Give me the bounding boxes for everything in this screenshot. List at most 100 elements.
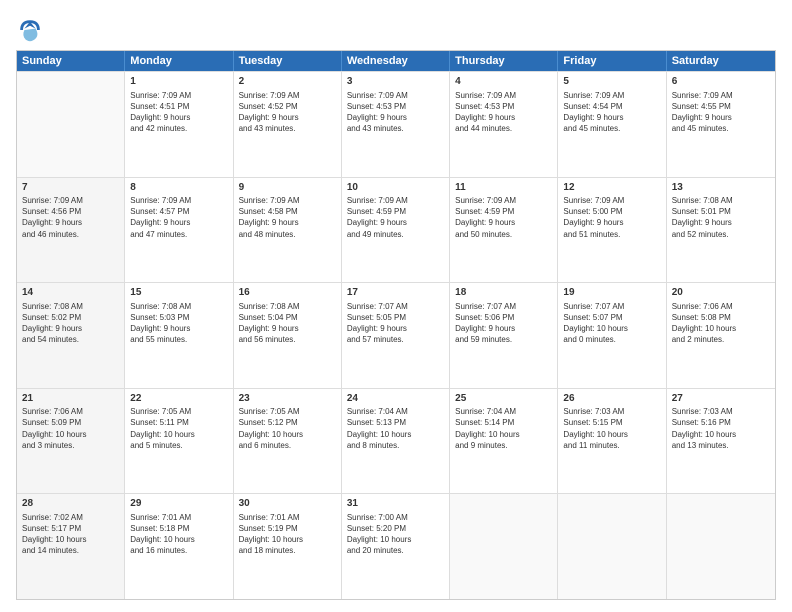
day-info: Sunrise: 7:03 AM Sunset: 5:16 PM Dayligh… xyxy=(672,406,770,451)
calendar-day-3: 3Sunrise: 7:09 AM Sunset: 4:53 PM Daylig… xyxy=(342,72,450,177)
day-info: Sunrise: 7:09 AM Sunset: 4:56 PM Dayligh… xyxy=(22,195,119,240)
day-number: 3 xyxy=(347,75,444,89)
day-info: Sunrise: 7:09 AM Sunset: 4:58 PM Dayligh… xyxy=(239,195,336,240)
calendar-day-17: 17Sunrise: 7:07 AM Sunset: 5:05 PM Dayli… xyxy=(342,283,450,388)
calendar-day-21: 21Sunrise: 7:06 AM Sunset: 5:09 PM Dayli… xyxy=(17,389,125,494)
page: SundayMondayTuesdayWednesdayThursdayFrid… xyxy=(0,0,792,612)
day-info: Sunrise: 7:09 AM Sunset: 4:53 PM Dayligh… xyxy=(347,90,444,135)
day-info: Sunrise: 7:05 AM Sunset: 5:11 PM Dayligh… xyxy=(130,406,227,451)
calendar-day-14: 14Sunrise: 7:08 AM Sunset: 5:02 PM Dayli… xyxy=(17,283,125,388)
calendar-day-30: 30Sunrise: 7:01 AM Sunset: 5:19 PM Dayli… xyxy=(234,494,342,599)
calendar-day-7: 7Sunrise: 7:09 AM Sunset: 4:56 PM Daylig… xyxy=(17,178,125,283)
day-number: 9 xyxy=(239,181,336,195)
calendar-day-9: 9Sunrise: 7:09 AM Sunset: 4:58 PM Daylig… xyxy=(234,178,342,283)
day-info: Sunrise: 7:03 AM Sunset: 5:15 PM Dayligh… xyxy=(563,406,660,451)
day-info: Sunrise: 7:08 AM Sunset: 5:01 PM Dayligh… xyxy=(672,195,770,240)
calendar-week-1: 1Sunrise: 7:09 AM Sunset: 4:51 PM Daylig… xyxy=(17,71,775,177)
day-info: Sunrise: 7:04 AM Sunset: 5:14 PM Dayligh… xyxy=(455,406,552,451)
calendar-day-6: 6Sunrise: 7:09 AM Sunset: 4:55 PM Daylig… xyxy=(667,72,775,177)
calendar-header-saturday: Saturday xyxy=(667,51,775,71)
calendar-day-empty xyxy=(450,494,558,599)
calendar-header: SundayMondayTuesdayWednesdayThursdayFrid… xyxy=(17,51,775,71)
calendar-day-1: 1Sunrise: 7:09 AM Sunset: 4:51 PM Daylig… xyxy=(125,72,233,177)
calendar-day-15: 15Sunrise: 7:08 AM Sunset: 5:03 PM Dayli… xyxy=(125,283,233,388)
day-number: 8 xyxy=(130,181,227,195)
logo xyxy=(16,16,48,44)
calendar-day-20: 20Sunrise: 7:06 AM Sunset: 5:08 PM Dayli… xyxy=(667,283,775,388)
day-info: Sunrise: 7:01 AM Sunset: 5:18 PM Dayligh… xyxy=(130,512,227,557)
logo-icon xyxy=(16,16,44,44)
day-number: 16 xyxy=(239,286,336,300)
calendar-day-23: 23Sunrise: 7:05 AM Sunset: 5:12 PM Dayli… xyxy=(234,389,342,494)
day-number: 29 xyxy=(130,497,227,511)
calendar-header-friday: Friday xyxy=(558,51,666,71)
day-info: Sunrise: 7:09 AM Sunset: 5:00 PM Dayligh… xyxy=(563,195,660,240)
day-number: 27 xyxy=(672,392,770,406)
calendar-day-11: 11Sunrise: 7:09 AM Sunset: 4:59 PM Dayli… xyxy=(450,178,558,283)
day-number: 11 xyxy=(455,181,552,195)
calendar-day-29: 29Sunrise: 7:01 AM Sunset: 5:18 PM Dayli… xyxy=(125,494,233,599)
calendar-header-wednesday: Wednesday xyxy=(342,51,450,71)
calendar: SundayMondayTuesdayWednesdayThursdayFrid… xyxy=(16,50,776,600)
day-info: Sunrise: 7:09 AM Sunset: 4:52 PM Dayligh… xyxy=(239,90,336,135)
day-number: 7 xyxy=(22,181,119,195)
day-info: Sunrise: 7:08 AM Sunset: 5:02 PM Dayligh… xyxy=(22,301,119,346)
calendar-week-2: 7Sunrise: 7:09 AM Sunset: 4:56 PM Daylig… xyxy=(17,177,775,283)
calendar-day-18: 18Sunrise: 7:07 AM Sunset: 5:06 PM Dayli… xyxy=(450,283,558,388)
day-info: Sunrise: 7:08 AM Sunset: 5:03 PM Dayligh… xyxy=(130,301,227,346)
day-number: 31 xyxy=(347,497,444,511)
day-info: Sunrise: 7:01 AM Sunset: 5:19 PM Dayligh… xyxy=(239,512,336,557)
calendar-day-empty xyxy=(17,72,125,177)
calendar-day-19: 19Sunrise: 7:07 AM Sunset: 5:07 PM Dayli… xyxy=(558,283,666,388)
day-info: Sunrise: 7:07 AM Sunset: 5:06 PM Dayligh… xyxy=(455,301,552,346)
day-number: 30 xyxy=(239,497,336,511)
day-number: 10 xyxy=(347,181,444,195)
day-number: 22 xyxy=(130,392,227,406)
calendar-day-28: 28Sunrise: 7:02 AM Sunset: 5:17 PM Dayli… xyxy=(17,494,125,599)
day-info: Sunrise: 7:09 AM Sunset: 4:55 PM Dayligh… xyxy=(672,90,770,135)
calendar-day-2: 2Sunrise: 7:09 AM Sunset: 4:52 PM Daylig… xyxy=(234,72,342,177)
calendar-day-22: 22Sunrise: 7:05 AM Sunset: 5:11 PM Dayli… xyxy=(125,389,233,494)
calendar-header-tuesday: Tuesday xyxy=(234,51,342,71)
calendar-day-empty xyxy=(667,494,775,599)
day-info: Sunrise: 7:07 AM Sunset: 5:07 PM Dayligh… xyxy=(563,301,660,346)
calendar-week-3: 14Sunrise: 7:08 AM Sunset: 5:02 PM Dayli… xyxy=(17,282,775,388)
day-info: Sunrise: 7:04 AM Sunset: 5:13 PM Dayligh… xyxy=(347,406,444,451)
header xyxy=(16,12,776,44)
day-number: 18 xyxy=(455,286,552,300)
calendar-day-4: 4Sunrise: 7:09 AM Sunset: 4:53 PM Daylig… xyxy=(450,72,558,177)
day-info: Sunrise: 7:09 AM Sunset: 4:53 PM Dayligh… xyxy=(455,90,552,135)
calendar-day-5: 5Sunrise: 7:09 AM Sunset: 4:54 PM Daylig… xyxy=(558,72,666,177)
day-number: 21 xyxy=(22,392,119,406)
calendar-day-31: 31Sunrise: 7:00 AM Sunset: 5:20 PM Dayli… xyxy=(342,494,450,599)
calendar-day-26: 26Sunrise: 7:03 AM Sunset: 5:15 PM Dayli… xyxy=(558,389,666,494)
calendar-header-thursday: Thursday xyxy=(450,51,558,71)
calendar-header-monday: Monday xyxy=(125,51,233,71)
day-number: 20 xyxy=(672,286,770,300)
calendar-body: 1Sunrise: 7:09 AM Sunset: 4:51 PM Daylig… xyxy=(17,71,775,599)
calendar-week-4: 21Sunrise: 7:06 AM Sunset: 5:09 PM Dayli… xyxy=(17,388,775,494)
day-info: Sunrise: 7:05 AM Sunset: 5:12 PM Dayligh… xyxy=(239,406,336,451)
calendar-day-10: 10Sunrise: 7:09 AM Sunset: 4:59 PM Dayli… xyxy=(342,178,450,283)
calendar-day-27: 27Sunrise: 7:03 AM Sunset: 5:16 PM Dayli… xyxy=(667,389,775,494)
day-number: 1 xyxy=(130,75,227,89)
day-number: 28 xyxy=(22,497,119,511)
calendar-day-24: 24Sunrise: 7:04 AM Sunset: 5:13 PM Dayli… xyxy=(342,389,450,494)
calendar-day-16: 16Sunrise: 7:08 AM Sunset: 5:04 PM Dayli… xyxy=(234,283,342,388)
day-number: 23 xyxy=(239,392,336,406)
day-info: Sunrise: 7:02 AM Sunset: 5:17 PM Dayligh… xyxy=(22,512,119,557)
day-number: 15 xyxy=(130,286,227,300)
day-info: Sunrise: 7:09 AM Sunset: 4:59 PM Dayligh… xyxy=(347,195,444,240)
day-info: Sunrise: 7:08 AM Sunset: 5:04 PM Dayligh… xyxy=(239,301,336,346)
day-info: Sunrise: 7:09 AM Sunset: 4:59 PM Dayligh… xyxy=(455,195,552,240)
day-info: Sunrise: 7:06 AM Sunset: 5:08 PM Dayligh… xyxy=(672,301,770,346)
day-number: 5 xyxy=(563,75,660,89)
day-info: Sunrise: 7:09 AM Sunset: 4:51 PM Dayligh… xyxy=(130,90,227,135)
day-number: 12 xyxy=(563,181,660,195)
day-number: 25 xyxy=(455,392,552,406)
day-info: Sunrise: 7:07 AM Sunset: 5:05 PM Dayligh… xyxy=(347,301,444,346)
calendar-day-empty xyxy=(558,494,666,599)
day-number: 17 xyxy=(347,286,444,300)
day-number: 4 xyxy=(455,75,552,89)
day-number: 13 xyxy=(672,181,770,195)
